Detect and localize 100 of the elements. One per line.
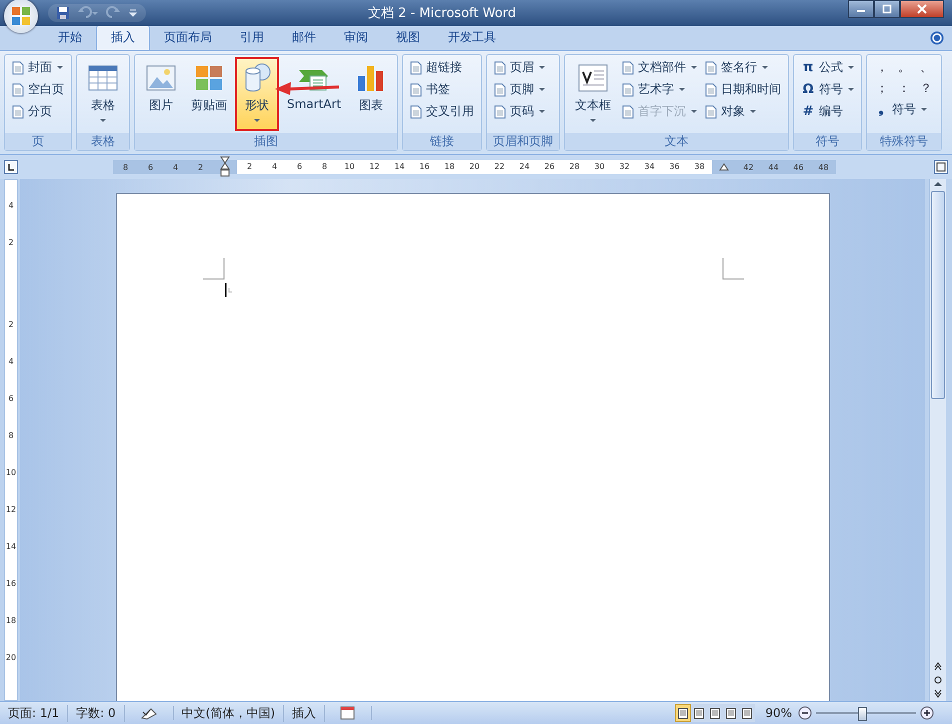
ruler-number: 12: [6, 504, 16, 516]
zoom-level[interactable]: 90%: [765, 706, 792, 720]
document-icon: [705, 104, 718, 118]
ruler-number: 48: [817, 162, 830, 172]
ribbon-item[interactable]: 文档部件: [619, 57, 700, 78]
symbol-button[interactable]: ：: [893, 78, 916, 99]
ruler-number: 10: [337, 160, 362, 174]
ruler-toggle-icon[interactable]: [934, 160, 948, 174]
document-icon: [622, 60, 634, 74]
zoom-in-icon[interactable]: [920, 706, 934, 720]
symbol-button[interactable]: 。: [893, 57, 916, 78]
ribbon-item[interactable]: π 公式: [798, 57, 858, 78]
minimize-button[interactable]: [848, 0, 874, 18]
indent-marker-icon[interactable]: [220, 156, 230, 178]
help-icon[interactable]: [930, 31, 944, 45]
maximize-icon: [882, 4, 892, 14]
ruler-number: 28: [562, 160, 587, 174]
scroll-thumb[interactable]: [931, 191, 945, 399]
ribbon-tab[interactable]: 插入: [96, 25, 150, 50]
page-view-icon: [742, 708, 752, 718]
document-icon: [494, 60, 506, 74]
zoom-slider-thumb[interactable]: [858, 707, 867, 721]
view-button[interactable]: [675, 704, 692, 722]
customize-caret-icon[interactable]: [128, 8, 138, 18]
ruler-number: 12: [362, 160, 387, 174]
ribbon-item[interactable]: 页脚: [491, 79, 548, 100]
ribbon-item[interactable]: 日期和时间: [702, 79, 784, 100]
ribbon-item[interactable]: 空白页: [9, 79, 67, 100]
ribbon-item[interactable]: 页码: [491, 101, 548, 122]
ruler-number: 38: [687, 160, 712, 174]
ribbon-item[interactable]: # 编号: [798, 101, 858, 122]
symbol-button[interactable]: ；: [871, 78, 894, 99]
ribbon-item[interactable]: 书签: [407, 79, 478, 100]
symbol-button[interactable]: ，: [871, 57, 894, 78]
ribbon-button[interactable]: 剪贴画: [185, 57, 233, 131]
ruler-number: 14: [6, 541, 16, 553]
ruler-number: 6: [287, 160, 312, 174]
ruler-number: 46: [792, 162, 805, 172]
ribbon-button[interactable]: 图片: [139, 57, 183, 131]
ribbon-tab[interactable]: 审阅: [330, 26, 382, 50]
ribbon-button[interactable]: 形状: [235, 57, 279, 131]
save-icon[interactable]: [56, 6, 70, 20]
text-cursor-icon: [224, 282, 234, 298]
word-count[interactable]: 字数: 0: [68, 704, 125, 722]
ruler-number: 42: [742, 162, 755, 172]
group-label: 页: [5, 133, 71, 150]
ruler-number: 8: [8, 430, 14, 442]
ribbon-tab[interactable]: 引用: [226, 26, 278, 50]
insert-mode-indicator[interactable]: 插入: [284, 704, 326, 722]
document-icon: [494, 82, 506, 96]
ribbon-item[interactable]: 封面: [9, 57, 67, 78]
group-label: 链接: [403, 133, 482, 150]
close-button[interactable]: [900, 0, 944, 18]
language-indicator[interactable]: 中文(简体，中国): [174, 704, 284, 722]
ribbon-tab[interactable]: 视图: [382, 26, 434, 50]
ribbon-button[interactable]: SmartArt: [281, 57, 348, 131]
ruler-number: 14: [387, 160, 412, 174]
ribbon-item[interactable]: ❟ 符号: [871, 99, 938, 120]
ribbon-item[interactable]: Ω 符号: [798, 79, 858, 100]
ruler-number: 4: [8, 356, 14, 368]
ribbon-tab[interactable]: 开始: [44, 26, 96, 50]
symbol-button[interactable]: ？: [915, 78, 938, 99]
document-icon: [622, 82, 634, 96]
maximize-button[interactable]: [874, 0, 900, 18]
ruler-number: 2: [8, 319, 14, 331]
ruler-number: 6: [8, 393, 14, 405]
ribbon-item[interactable]: 交叉引用: [407, 101, 478, 122]
zoom-out-icon[interactable]: [798, 706, 812, 720]
group-label: 文本: [565, 133, 788, 150]
tab-stop-icon[interactable]: [4, 160, 18, 174]
crop-mark-icon: [203, 258, 225, 280]
ruler-number: 18: [437, 160, 462, 174]
ruler-number: 8: [122, 162, 130, 172]
ribbon-item[interactable]: 页眉: [491, 57, 548, 78]
ribbon-item[interactable]: 分页: [9, 101, 67, 122]
ruler-number: 24: [512, 160, 537, 174]
ribbon-item[interactable]: 超链接: [407, 57, 478, 78]
document-icon: [410, 82, 422, 96]
right-indent-marker-icon[interactable]: [719, 163, 729, 171]
ribbon-button[interactable]: 图表: [349, 57, 394, 131]
vertical-scrollbar[interactable]: [929, 179, 946, 701]
group-label: 表格: [77, 133, 129, 150]
ruler-number: 2: [196, 162, 204, 172]
symbol-button[interactable]: 、: [915, 57, 938, 78]
ribbon-button[interactable]: 文本框: [569, 57, 618, 131]
ribbon-item[interactable]: 对象: [702, 101, 784, 122]
page-count[interactable]: 页面: 1/1: [0, 704, 68, 722]
ribbon-tab[interactable]: 邮件: [278, 26, 330, 50]
ruler-number: 6: [146, 162, 154, 172]
zoom-slider[interactable]: [816, 706, 916, 720]
ribbon-tab[interactable]: 页面布局: [150, 26, 226, 50]
office-button[interactable]: [4, 0, 38, 33]
group-label: 符号: [794, 133, 862, 150]
ruler-number: 36: [662, 160, 687, 174]
ribbon-tab[interactable]: 开发工具: [434, 26, 510, 50]
ribbon-item[interactable]: 签名行: [702, 57, 784, 78]
ribbon-item[interactable]: 艺术字: [619, 79, 700, 100]
ribbon-button[interactable]: 表格: [81, 57, 125, 131]
ruler-number: 4: [262, 160, 287, 174]
group-label: 特殊符号: [867, 133, 942, 150]
